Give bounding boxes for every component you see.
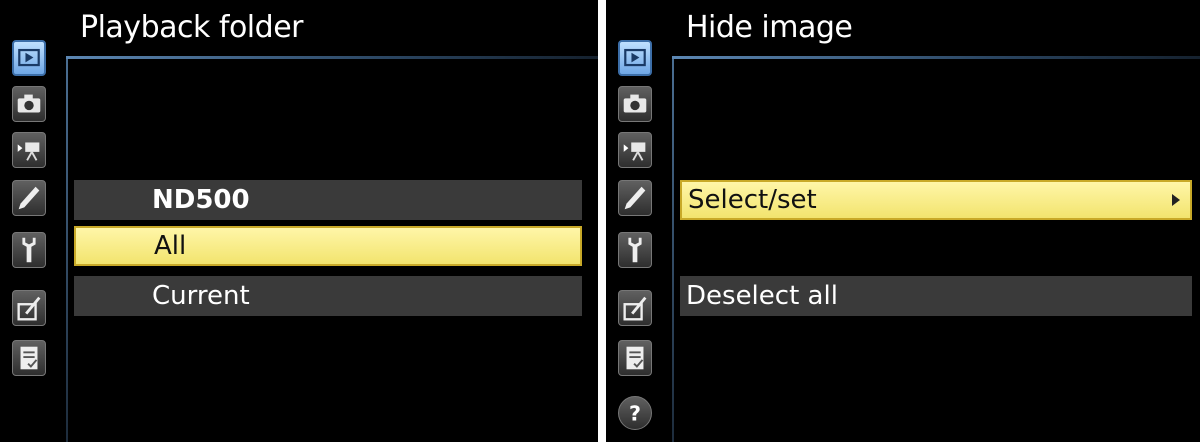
pencil-icon[interactable] [12, 180, 46, 216]
option-all[interactable]: All [74, 226, 582, 266]
camera-icon[interactable] [12, 86, 46, 122]
page-title: Hide image [686, 10, 853, 45]
playback-icon[interactable] [12, 40, 46, 76]
movie-icon[interactable] [12, 132, 46, 168]
option-nd500[interactable]: ND500 [74, 180, 582, 220]
option-label: ND500 [152, 185, 250, 215]
playback-icon[interactable] [618, 40, 652, 76]
option-label: Select/set [688, 185, 817, 215]
retouch-icon[interactable] [618, 290, 652, 326]
option-label: Deselect all [686, 281, 838, 311]
camera-screen-hide-image: ? Hide image Select/set Deselect all [606, 0, 1200, 442]
option-select-set[interactable]: Select/set [680, 180, 1192, 220]
sidebar-divider [66, 58, 68, 442]
svg-text:?: ? [629, 402, 641, 426]
menu-tab-sidebar: ? [606, 0, 672, 442]
camera-screen-playback-folder: Playback folder ND500 All Current [0, 0, 598, 442]
option-label: All [154, 231, 187, 261]
menu-tab-sidebar [0, 0, 66, 442]
option-current[interactable]: Current [74, 276, 582, 316]
my-menu-icon[interactable] [618, 340, 652, 376]
pencil-icon[interactable] [618, 180, 652, 216]
retouch-icon[interactable] [12, 290, 46, 326]
submenu-arrow-icon [1172, 194, 1180, 206]
page-title: Playback folder [80, 10, 303, 45]
help-icon[interactable]: ? [618, 396, 652, 430]
movie-icon[interactable] [618, 132, 652, 168]
sidebar-divider [672, 58, 674, 442]
camera-icon[interactable] [618, 86, 652, 122]
title-underline [66, 56, 598, 59]
title-underline [672, 56, 1200, 59]
my-menu-icon[interactable] [12, 340, 46, 376]
wrench-icon[interactable] [618, 232, 652, 268]
option-label: Current [152, 281, 250, 311]
wrench-icon[interactable] [12, 232, 46, 268]
option-deselect-all[interactable]: Deselect all [680, 276, 1192, 316]
